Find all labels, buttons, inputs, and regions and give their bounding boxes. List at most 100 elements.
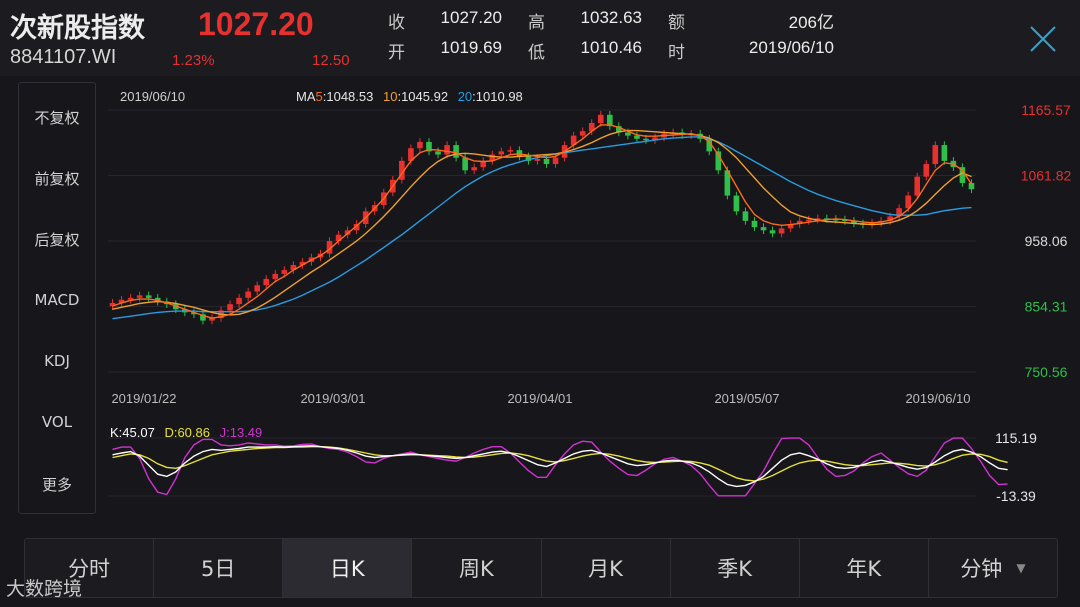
tab-quarterly-k[interactable]: 季K xyxy=(671,539,800,597)
candle-body xyxy=(634,135,640,139)
date-axis: 2019/01/22 2019/03/01 2019/04/01 2019/05/07… xyxy=(111,391,970,406)
sidebar-item-no-adjust[interactable]: 不复权 xyxy=(19,107,95,128)
index-code: 8841107.WI xyxy=(10,46,117,68)
price-tick-label: 958.06 xyxy=(1025,233,1068,249)
sidebar-item-macd[interactable]: MACD xyxy=(19,291,95,309)
tab-weekly-k-label: 周K xyxy=(459,557,494,581)
candle-body xyxy=(254,285,260,292)
period-tabs: 分时 5日 日K 周K 月K 季K 年K 分钟 ▼ xyxy=(24,538,1058,598)
sidebar-item-forward-adjust[interactable]: 前复权 xyxy=(19,168,95,189)
candle-body xyxy=(932,145,939,165)
kdj-k-label: K:45.07 xyxy=(110,425,155,440)
candle-body xyxy=(543,158,550,165)
price-tick-label: 1165.57 xyxy=(1021,102,1071,118)
low-label: 低 xyxy=(528,43,545,63)
candle-body xyxy=(941,145,948,161)
candle-body xyxy=(534,158,541,161)
time-value: 2019/06/10 xyxy=(748,38,834,57)
ma20-period: 20 xyxy=(458,89,472,104)
tab-daily-k-label: 日K xyxy=(329,557,365,581)
tab-minute-label: 分钟 xyxy=(960,557,1003,581)
tab-daily-k[interactable]: 日K xyxy=(283,539,413,597)
kdj-lines-layer xyxy=(112,437,1008,497)
kdj-d-line xyxy=(112,446,1008,482)
sidebar-item-vol[interactable]: VOL xyxy=(19,413,95,431)
ma10-period: 10 xyxy=(383,89,397,104)
high-label: 高 xyxy=(528,13,545,33)
price-grid xyxy=(108,109,976,373)
close-label: 收 xyxy=(388,13,405,33)
price-tick-label: 750.56 xyxy=(1025,364,1068,380)
change-percent: 1.23% xyxy=(172,52,215,69)
candle-body xyxy=(643,138,649,141)
candle-body xyxy=(145,295,152,298)
candle-body xyxy=(281,270,288,274)
kdj-grid xyxy=(108,437,976,497)
ma-legend: MA5:1048.53 10:1045.92 20:1010.98 xyxy=(296,89,523,104)
chart-date-label: 2019/06/10 xyxy=(120,89,185,104)
date-axis-label: 2019/05/07 xyxy=(714,391,779,406)
price-tick-label: 1061.82 xyxy=(1021,167,1072,183)
open-value: 1019.69 xyxy=(440,38,502,57)
candle-body xyxy=(769,230,776,234)
candle-body xyxy=(914,176,921,196)
price-axis: 1165.57 1061.82 958.06 854.31 750.56 xyxy=(1021,102,1072,380)
candle-body xyxy=(417,141,423,149)
kdj-legend: K:45.07 D:60.86 J:13.49 xyxy=(110,425,262,440)
date-axis-label: 2019/03/01 xyxy=(300,391,365,406)
ma20-value: 1010.98 xyxy=(476,89,523,104)
change-amount: 12.50 xyxy=(312,52,350,69)
chevron-down-icon: ▼ xyxy=(1016,561,1026,575)
kdj-d-label: D:60.86 xyxy=(164,425,210,440)
candle-body xyxy=(435,151,441,155)
ma5-period: 5 xyxy=(316,89,323,104)
price-tick-label: 854.31 xyxy=(1025,299,1068,315)
candle-body xyxy=(625,132,631,136)
candle-body xyxy=(579,131,586,136)
tab-quarterly-k-label: 季K xyxy=(717,557,753,581)
candle-body xyxy=(227,304,233,311)
candle-body xyxy=(597,114,604,123)
candles-layer xyxy=(109,110,975,325)
tab-monthly-k-label: 月K xyxy=(588,557,623,581)
tab-monthly-k[interactable]: 月K xyxy=(542,539,671,597)
candle-body xyxy=(498,151,505,155)
candle-body xyxy=(272,273,279,279)
current-price: 1027.20 xyxy=(198,6,314,42)
candle-body xyxy=(751,220,758,228)
date-axis-label: 2019/01/22 xyxy=(111,391,176,406)
ma5-line xyxy=(112,124,973,319)
tab-yearly-k[interactable]: 年K xyxy=(800,539,929,597)
index-name: 次新股指数 xyxy=(10,13,145,44)
time-label: 时 xyxy=(668,43,685,63)
sidebar-item-more[interactable]: 更多 xyxy=(19,474,95,495)
candle-body xyxy=(136,295,143,298)
high-value: 1032.63 xyxy=(580,8,642,27)
tab-5day-label: 5日 xyxy=(201,557,236,581)
kline-chart[interactable]: 2019/06/10 MA5:1048.53 10:1045.92 20:101… xyxy=(100,80,1080,520)
kdj-k-line xyxy=(112,445,1008,488)
kdj-j-label: J:13.49 xyxy=(220,425,263,440)
sidebar-item-kdj[interactable]: KDJ xyxy=(19,352,95,370)
tab-minute[interactable]: 分钟 ▼ xyxy=(929,539,1057,597)
amount-label: 额 xyxy=(668,13,685,33)
ma5-value: 1048.53 xyxy=(326,89,373,104)
amount-value: 206亿 xyxy=(788,13,834,32)
tab-weekly-k[interactable]: 周K xyxy=(412,539,542,597)
candle-body xyxy=(471,167,477,171)
close-value: 1027.20 xyxy=(440,8,502,27)
candle-body xyxy=(453,145,459,158)
close-icon[interactable] xyxy=(1026,22,1060,56)
kdj-tick-label: -13.39 xyxy=(996,488,1036,504)
candle-body xyxy=(245,291,251,298)
sidebar-item-backward-adjust[interactable]: 后复权 xyxy=(19,229,95,250)
ma-legend-prefix: MA xyxy=(296,89,316,104)
low-value: 1010.46 xyxy=(580,38,642,57)
candle-body xyxy=(760,227,767,231)
candle-body xyxy=(778,228,785,234)
ma10-line xyxy=(112,129,972,316)
ma10-value: 1045.92 xyxy=(401,89,448,104)
tab-5day[interactable]: 5日 xyxy=(154,539,284,597)
candle-body xyxy=(733,195,740,212)
kdj-tick-label: 115.19 xyxy=(995,430,1037,446)
